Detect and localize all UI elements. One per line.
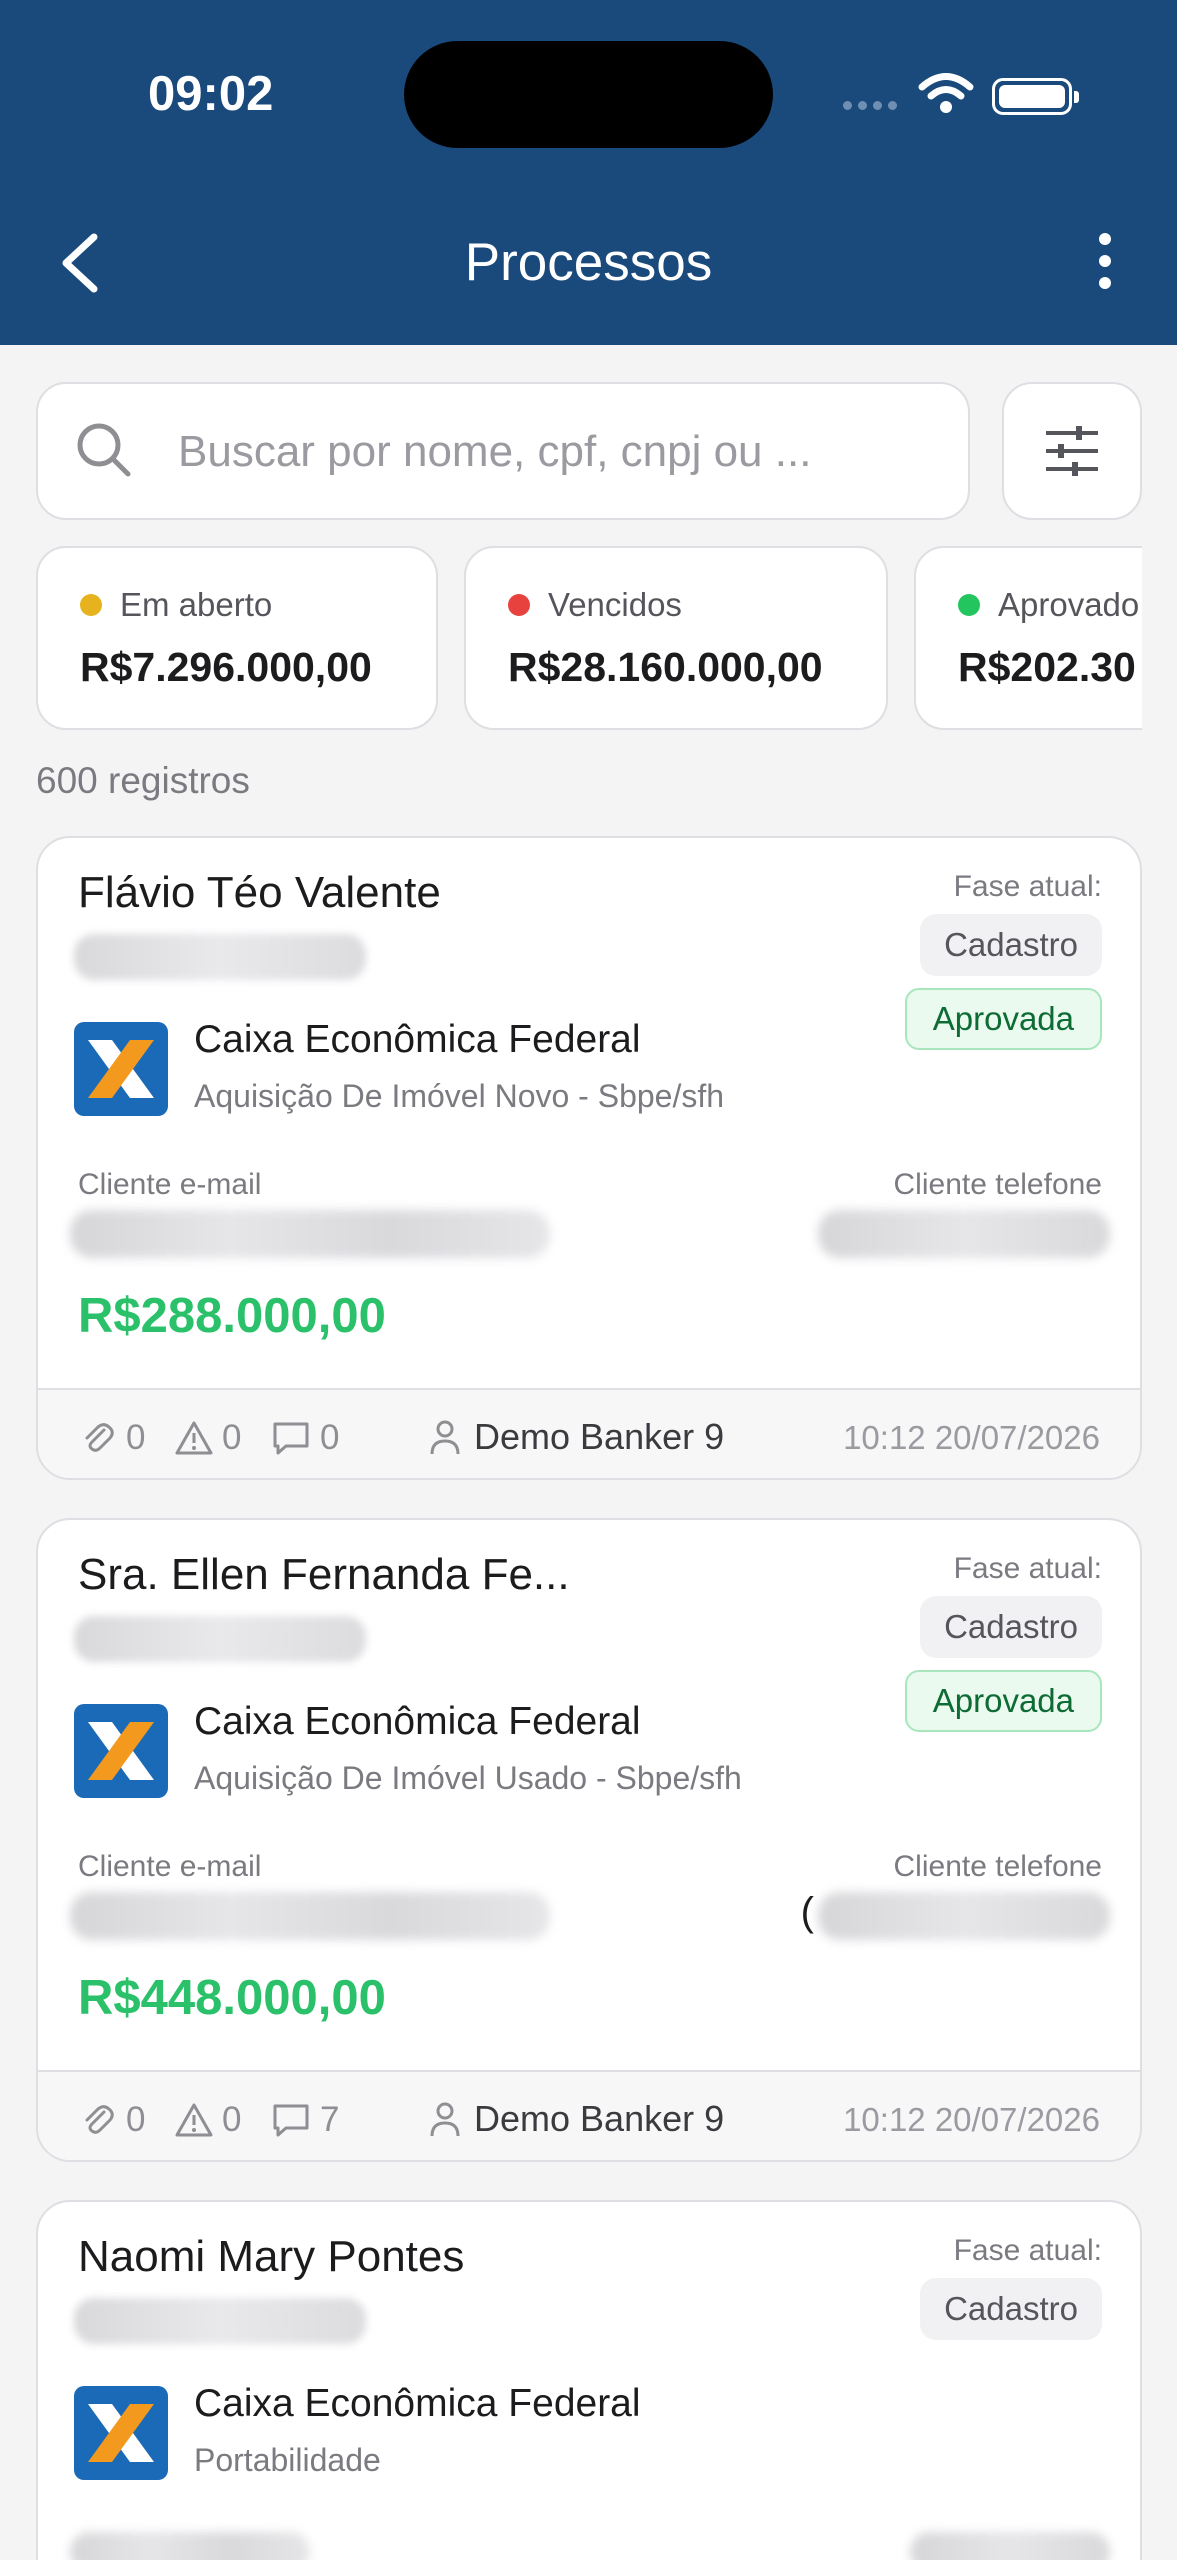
client-phone-redacted <box>818 1210 1110 1258</box>
summary-carousel[interactable]: Em aberto R$7.296.000,00 Vencidos R$28.1… <box>36 546 1142 732</box>
sliders-icon <box>1046 426 1098 476</box>
summary-label: Vencidos <box>548 586 682 623</box>
client-phone-label: Cliente telefone <box>893 1168 1102 1201</box>
alerts-count: 0 <box>174 2098 241 2142</box>
card-footer: 0 0 0 Demo Banker 9 10:12 20/07/2026 <box>38 1388 1140 1478</box>
client-name: Flávio Téo Valente <box>78 868 441 917</box>
summary-card-overdue[interactable]: Vencidos R$28.160.000,00 <box>464 546 888 730</box>
process-amount: R$448.000,00 <box>78 1971 386 2025</box>
more-options-button[interactable] <box>1090 233 1120 303</box>
product-name: Portabilidade <box>194 2442 381 2478</box>
status-time: 09:02 <box>148 67 274 121</box>
banker-name: Demo Banker 9 <box>474 2098 725 2139</box>
status-badge: Aprovada <box>904 988 1102 1050</box>
comments-count: 7 <box>270 2098 339 2142</box>
attachments-count: 0 <box>78 2098 145 2142</box>
phase-label: Fase atual: <box>953 870 1102 903</box>
caixa-logo-icon <box>74 1704 168 1798</box>
search-icon <box>77 423 131 477</box>
phase-badge: Cadastro <box>920 1596 1102 1658</box>
client-email-redacted <box>70 1892 550 1940</box>
status-dot <box>958 594 980 616</box>
client-document-redacted <box>74 934 366 980</box>
page-title: Processos <box>464 233 713 292</box>
attachments-count: 0 <box>78 1416 145 1460</box>
cellular-signal-icon <box>843 101 897 110</box>
records-count: 600 registros <box>36 760 250 801</box>
summary-label: Aprovado <box>998 586 1140 623</box>
banker: Demo Banker 9 <box>428 1416 724 1458</box>
phase-label: Fase atual: <box>953 1552 1102 1585</box>
client-email-label-redacted <box>70 2532 310 2560</box>
summary-card-approved[interactable]: Aprovado R$202.30 <box>914 546 1142 730</box>
summary-value: R$202.30 <box>958 644 1136 690</box>
card-footer: 0 0 7 Demo Banker 9 10:12 20/07/2026 <box>38 2070 1140 2160</box>
process-card[interactable]: Sra. Ellen Fernanda Fe... Fase atual: Ca… <box>36 1518 1142 2162</box>
warning-icon <box>175 2103 213 2137</box>
client-email-redacted <box>70 1210 550 1258</box>
summary-card-open[interactable]: Em aberto R$7.296.000,00 <box>36 546 438 730</box>
client-document-redacted <box>74 2298 366 2344</box>
status-dot <box>508 594 530 616</box>
updated-datetime: 10:12 20/07/2026 <box>843 1419 1100 1456</box>
bank-name: Caixa Econômica Federal <box>194 1018 641 1061</box>
paperclip-icon <box>85 1423 114 1452</box>
product-name: Aquisição De Imóvel Usado - Sbpe/sfh <box>194 1760 742 1796</box>
product-name: Aquisição De Imóvel Novo - Sbpe/sfh <box>194 1078 725 1114</box>
banker-name: Demo Banker 9 <box>474 1416 725 1457</box>
user-icon <box>430 1420 460 1455</box>
client-phone-redacted <box>818 1892 1110 1940</box>
wifi-icon <box>918 73 974 113</box>
caixa-logo-icon <box>74 2386 168 2480</box>
user-icon <box>430 2102 460 2137</box>
client-document-redacted <box>74 1616 366 1662</box>
summary-label: Em aberto <box>120 586 273 623</box>
summary-value: R$7.296.000,00 <box>80 644 372 690</box>
client-email-label: Cliente e-mail <box>78 1850 262 1883</box>
dynamic-island <box>404 41 773 148</box>
filter-button[interactable] <box>1002 382 1142 520</box>
phase-label: Fase atual: <box>953 2234 1102 2267</box>
client-phone-label-redacted <box>910 2532 1110 2560</box>
caixa-logo-icon <box>74 1022 168 1116</box>
client-email-label: Cliente e-mail <box>78 1168 262 1201</box>
bank-name: Caixa Econômica Federal <box>194 1700 641 1743</box>
phase-badge: Cadastro <box>920 914 1102 976</box>
client-phone-prefix: ( <box>800 1890 814 1934</box>
warning-icon <box>175 1421 213 1455</box>
client-phone-label: Cliente telefone <box>893 1850 1102 1883</box>
app-header: 09:02 Processos <box>0 0 1177 345</box>
alerts-count: 0 <box>174 1416 241 1460</box>
comment-icon <box>273 2104 309 2137</box>
search-bar <box>36 382 970 520</box>
search-input[interactable] <box>178 414 938 490</box>
process-amount: R$288.000,00 <box>78 1289 386 1343</box>
client-name: Sra. Ellen Fernanda Fe... <box>78 1550 570 1599</box>
phase-badge: Cadastro <box>920 2278 1102 2340</box>
paperclip-icon <box>85 2105 114 2134</box>
status-dot <box>80 594 102 616</box>
summary-value: R$28.160.000,00 <box>508 644 823 690</box>
process-card[interactable]: Naomi Mary Pontes Fase atual: Cadastro C… <box>36 2200 1142 2560</box>
updated-datetime: 10:12 20/07/2026 <box>843 2101 1100 2138</box>
banker: Demo Banker 9 <box>428 2098 724 2140</box>
comment-icon <box>273 1422 309 1455</box>
bank-name: Caixa Econômica Federal <box>194 2382 641 2425</box>
process-card[interactable]: Flávio Téo Valente Fase atual: Cadastro … <box>36 836 1142 1480</box>
client-name: Naomi Mary Pontes <box>78 2232 465 2281</box>
comments-count: 0 <box>270 1416 339 1460</box>
battery-icon <box>992 78 1079 115</box>
status-badge: Aprovada <box>904 1670 1102 1732</box>
